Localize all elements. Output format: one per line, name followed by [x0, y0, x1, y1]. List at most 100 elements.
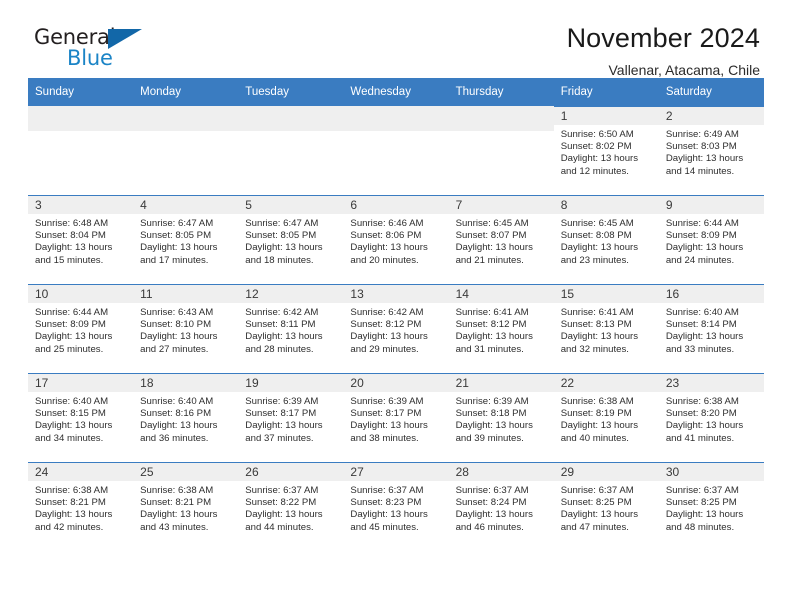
daylight-text: Daylight: 13 hours and 40 minutes.	[560, 420, 639, 444]
daylight-text: Daylight: 13 hours and 17 minutes.	[140, 242, 218, 266]
daylight-text: Daylight: 13 hours and 31 minutes.	[455, 331, 533, 355]
day-details: Sunrise: 6:40 AM Sunset: 8:14 PM Daylight:…	[659, 303, 764, 356]
daylight-text: Daylight: 13 hours and 33 minutes.	[665, 331, 744, 355]
sunrise-text: Sunrise: 6:45 AM	[455, 218, 529, 229]
day-cell[interactable]: 2 Sunrise: 6:49 AM Sunset: 8:03 PM Daylight…	[658, 106, 764, 195]
calendar-cell: 12 Sunrise: 6:42 AM Sunset: 8:11 PM Dayligh…	[238, 284, 344, 373]
day-number: 3	[28, 196, 134, 214]
day-cell[interactable]: 24 Sunrise: 6:38 AM Sunset: 8:21 PM Dayligh…	[28, 462, 134, 551]
sunrise-text: Sunrise: 6:40 AM	[140, 396, 214, 407]
weekday-header-friday: Friday	[553, 78, 659, 106]
day-cell[interactable]: 13 Sunrise: 6:42 AM Sunset: 8:12 PM Dayligh…	[343, 284, 449, 373]
day-cell[interactable]: 20 Sunrise: 6:39 AM Sunset: 8:17 PM Dayligh…	[343, 373, 449, 462]
day-cell[interactable]: 18 Sunrise: 6:40 AM Sunset: 8:16 PM Dayligh…	[133, 373, 239, 462]
sunset-text: Sunset: 8:03 PM	[665, 141, 737, 153]
calendar-cell: 15 Sunrise: 6:41 AM Sunset: 8:13 PM Dayligh…	[553, 284, 659, 373]
sunrise-text: Sunrise: 6:37 AM	[665, 485, 739, 496]
day-number: 7	[448, 196, 554, 214]
general-blue-logo[interactable]: General Blue	[34, 22, 152, 74]
day-cell[interactable]: 15 Sunrise: 6:41 AM Sunset: 8:13 PM Dayligh…	[553, 284, 659, 373]
day-cell[interactable]: 27 Sunrise: 6:37 AM Sunset: 8:23 PM Dayligh…	[343, 462, 449, 551]
day-cell[interactable]: 19 Sunrise: 6:39 AM Sunset: 8:17 PM Dayligh…	[238, 373, 344, 462]
sunset-text: Sunset: 8:04 PM	[35, 230, 106, 242]
weekday-header-sunday: Sunday	[28, 78, 134, 106]
calendar-week-row: 24 Sunrise: 6:38 AM Sunset: 8:21 PM Dayligh…	[28, 462, 764, 551]
day-cell[interactable]: 17 Sunrise: 6:40 AM Sunset: 8:15 PM Dayligh…	[28, 373, 134, 462]
calendar-cell: 11 Sunrise: 6:43 AM Sunset: 8:10 PM Dayligh…	[133, 284, 239, 373]
sunrise-text: Sunrise: 6:45 AM	[560, 218, 634, 229]
day-number: 2	[658, 107, 764, 125]
day-cell[interactable]: 3 Sunrise: 6:48 AM Sunset: 8:04 PM Daylight…	[28, 195, 134, 284]
sunrise-text: Sunrise: 6:50 AM	[560, 129, 634, 140]
page-subtitle: Vallenar, Atacama, Chile	[608, 62, 761, 78]
day-cell[interactable]: 8 Sunrise: 6:45 AM Sunset: 8:08 PM Daylight…	[553, 195, 659, 284]
day-cell[interactable]: 1 Sunrise: 6:50 AM Sunset: 8:02 PM Daylight…	[553, 106, 659, 195]
day-number: 15	[553, 285, 659, 303]
sunset-text: Sunset: 8:21 PM	[35, 497, 106, 509]
sunset-text: Sunset: 8:21 PM	[140, 497, 212, 509]
sunrise-text: Sunrise: 6:42 AM	[350, 307, 424, 318]
weekday-header-thursday: Thursday	[448, 78, 554, 106]
day-cell[interactable]: 23 Sunrise: 6:38 AM Sunset: 8:20 PM Dayligh…	[658, 373, 764, 462]
calendar-cell: 17 Sunrise: 6:40 AM Sunset: 8:15 PM Dayligh…	[28, 373, 134, 462]
sunset-text: Sunset: 8:20 PM	[665, 408, 737, 420]
day-cell[interactable]: 26 Sunrise: 6:37 AM Sunset: 8:22 PM Dayligh…	[238, 462, 344, 551]
daylight-text: Daylight: 13 hours and 34 minutes.	[35, 420, 113, 444]
calendar-cell: 19 Sunrise: 6:39 AM Sunset: 8:17 PM Dayligh…	[238, 373, 344, 462]
day-number: 24	[28, 463, 134, 481]
sunset-text: Sunset: 8:13 PM	[560, 319, 632, 331]
calendar-week-row: 1 Sunrise: 6:50 AM Sunset: 8:02 PM Daylight…	[28, 106, 764, 195]
day-details: Sunrise: 6:45 AM Sunset: 8:08 PM Daylight:…	[554, 214, 659, 267]
sunset-text: Sunset: 8:23 PM	[350, 497, 422, 509]
day-cell[interactable]: 14 Sunrise: 6:41 AM Sunset: 8:12 PM Dayligh…	[448, 284, 554, 373]
sunset-text: Sunset: 8:25 PM	[560, 497, 632, 509]
daylight-text: Daylight: 13 hours and 47 minutes.	[560, 509, 639, 533]
weekday-header-saturday: Saturday	[658, 78, 764, 106]
calendar-cell: 18 Sunrise: 6:40 AM Sunset: 8:16 PM Dayligh…	[133, 373, 239, 462]
day-cell[interactable]: 6 Sunrise: 6:46 AM Sunset: 8:06 PM Daylight…	[343, 195, 449, 284]
day-cell[interactable]: 21 Sunrise: 6:39 AM Sunset: 8:18 PM Dayligh…	[448, 373, 554, 462]
calendar-cell: 14 Sunrise: 6:41 AM Sunset: 8:12 PM Dayligh…	[448, 284, 554, 373]
day-cell[interactable]: 28 Sunrise: 6:37 AM Sunset: 8:24 PM Dayligh…	[448, 462, 554, 551]
calendar-cell: 21 Sunrise: 6:39 AM Sunset: 8:18 PM Dayligh…	[448, 373, 554, 462]
daylight-text: Daylight: 13 hours and 39 minutes.	[455, 420, 533, 444]
sunrise-text: Sunrise: 6:38 AM	[560, 396, 634, 407]
triangle-icon	[108, 29, 142, 49]
day-cell[interactable]: 16 Sunrise: 6:40 AM Sunset: 8:14 PM Dayligh…	[658, 284, 764, 373]
day-details: Sunrise: 6:41 AM Sunset: 8:13 PM Daylight:…	[554, 303, 659, 356]
day-number: 9	[658, 196, 764, 214]
calendar-cell: 28 Sunrise: 6:37 AM Sunset: 8:24 PM Dayligh…	[448, 462, 554, 551]
daylight-text: Daylight: 13 hours and 36 minutes.	[140, 420, 218, 444]
day-cell[interactable]: 25 Sunrise: 6:38 AM Sunset: 8:21 PM Dayligh…	[133, 462, 239, 551]
day-cell[interactable]: 29 Sunrise: 6:37 AM Sunset: 8:25 PM Dayligh…	[553, 462, 659, 551]
sunrise-text: Sunrise: 6:37 AM	[560, 485, 634, 496]
daylight-text: Daylight: 13 hours and 32 minutes.	[560, 331, 639, 355]
calendar-cell-empty	[448, 106, 554, 195]
day-number: 1	[553, 107, 659, 125]
day-cell[interactable]: 5 Sunrise: 6:47 AM Sunset: 8:05 PM Daylight…	[238, 195, 344, 284]
day-cell[interactable]: 22 Sunrise: 6:38 AM Sunset: 8:19 PM Dayligh…	[553, 373, 659, 462]
day-details: Sunrise: 6:47 AM Sunset: 8:05 PM Daylight:…	[133, 214, 238, 267]
sunset-text: Sunset: 8:05 PM	[245, 230, 317, 242]
day-cell[interactable]: 30 Sunrise: 6:37 AM Sunset: 8:25 PM Dayligh…	[658, 462, 764, 551]
sunset-text: Sunset: 8:05 PM	[140, 230, 212, 242]
day-cell[interactable]: 11 Sunrise: 6:43 AM Sunset: 8:10 PM Dayligh…	[133, 284, 239, 373]
sunrise-text: Sunrise: 6:38 AM	[140, 485, 214, 496]
day-cell[interactable]: 7 Sunrise: 6:45 AM Sunset: 8:07 PM Daylight…	[448, 195, 554, 284]
weekday-header-monday: Monday	[133, 78, 239, 106]
sunrise-text: Sunrise: 6:43 AM	[140, 307, 214, 318]
day-details: Sunrise: 6:37 AM Sunset: 8:25 PM Daylight:…	[554, 481, 659, 534]
daylight-text: Daylight: 13 hours and 28 minutes.	[245, 331, 323, 355]
day-cell[interactable]: 9 Sunrise: 6:44 AM Sunset: 8:09 PM Daylight…	[658, 195, 764, 284]
sunset-text: Sunset: 8:25 PM	[665, 497, 737, 509]
calendar-page: General Blue November 2024 Vallenar, Ata…	[0, 0, 792, 612]
calendar-cell-empty	[133, 106, 239, 195]
calendar-cell: 4 Sunrise: 6:47 AM Sunset: 8:05 PM Daylight…	[133, 195, 239, 284]
day-cell[interactable]: 4 Sunrise: 6:47 AM Sunset: 8:05 PM Daylight…	[133, 195, 239, 284]
day-cell[interactable]: 12 Sunrise: 6:42 AM Sunset: 8:11 PM Dayligh…	[238, 284, 344, 373]
daylight-text: Daylight: 13 hours and 43 minutes.	[140, 509, 218, 533]
calendar-cell: 23 Sunrise: 6:38 AM Sunset: 8:20 PM Dayligh…	[658, 373, 764, 462]
sunset-text: Sunset: 8:15 PM	[35, 408, 106, 420]
day-cell[interactable]: 10 Sunrise: 6:44 AM Sunset: 8:09 PM Dayligh…	[28, 284, 134, 373]
day-number: 17	[28, 374, 134, 392]
